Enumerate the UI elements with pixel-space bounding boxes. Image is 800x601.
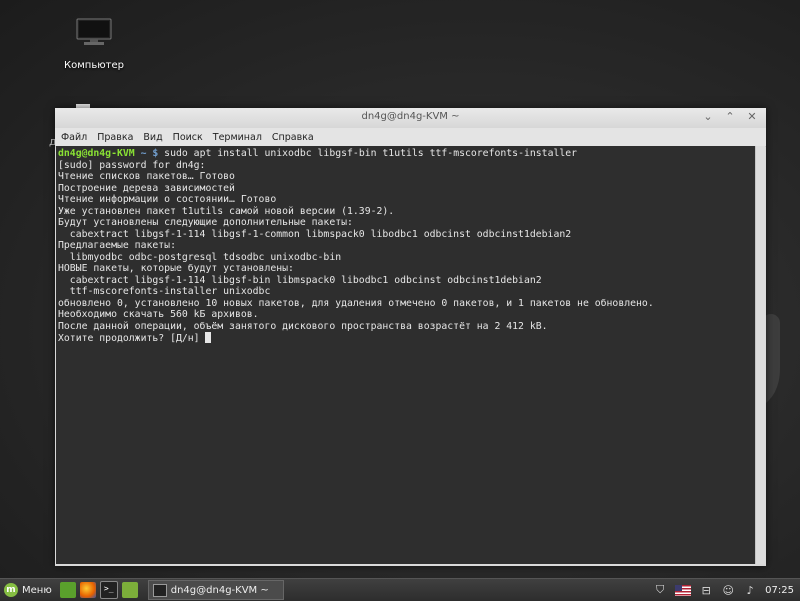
terminal-line: cabextract libgsf-1-114 libgsf-1-common … xyxy=(58,228,572,240)
menu-label: Меню xyxy=(22,584,52,596)
minimize-icon[interactable]: ⌄ xyxy=(702,110,714,123)
terminal-line: Уже установлен пакет t1utils самой новой… xyxy=(58,205,395,217)
menubar: Файл Правка Вид Поиск Терминал Справка xyxy=(55,128,766,147)
terminal-line: Чтение списков пакетов… Готово xyxy=(58,171,235,182)
shield-icon[interactable]: ⛉ xyxy=(653,583,667,597)
network-icon[interactable]: ⊟ xyxy=(699,583,713,597)
taskbar-terminal-label: dn4g@dn4g-KVM ~ xyxy=(170,584,269,596)
terminal-last-prompt: Хотите продолжить? [Д/н] xyxy=(58,333,206,344)
terminal-scrollbar[interactable] xyxy=(755,146,765,564)
terminal-line: libmyodbc odbc-postgresql tdsodbc unixod… xyxy=(58,251,342,263)
prompt-path: ~ $ xyxy=(134,148,159,159)
terminal-output[interactable]: dn4g@dn4g-KVM ~ $ sudo apt install unixo… xyxy=(56,146,755,564)
menu-terminal[interactable]: Терминал xyxy=(213,132,262,143)
mint-menu-icon: m xyxy=(4,583,18,597)
bottom-panel: m Меню >_ dn4g@dn4g-KVM ~ ⛉ ⊟ ☺ ♪ 07:25 xyxy=(0,578,800,601)
terminal-cursor xyxy=(205,332,212,343)
terminal-task-icon xyxy=(152,583,167,597)
close-icon[interactable]: ✕ xyxy=(746,110,758,123)
main-menu-button[interactable]: m Меню xyxy=(0,583,58,597)
show-desktop-icon[interactable] xyxy=(59,582,76,598)
terminal-line: Необходимо скачать 560 kБ архивов. xyxy=(58,309,259,320)
terminal-line: НОВЫЕ пакеты, которые будут установлены: xyxy=(58,263,294,274)
menu-edit[interactable]: Правка xyxy=(97,132,133,143)
terminal-line: [sudo] password for dn4g: xyxy=(58,159,206,171)
terminal-line: Предлагаемые пакеты: xyxy=(58,240,176,251)
terminal-launcher-icon[interactable]: >_ xyxy=(99,581,118,599)
menu-view[interactable]: Вид xyxy=(143,132,162,143)
menu-search[interactable]: Поиск xyxy=(173,132,203,143)
menu-file[interactable]: Файл xyxy=(61,132,87,143)
terminal-line: ttf-mscorefonts-installer unixodbc xyxy=(58,286,271,297)
terminal-command: sudo apt install unixodbc libgsf-bin t1u… xyxy=(158,148,578,159)
computer-label: Компьютер xyxy=(64,60,124,71)
menu-help[interactable]: Справка xyxy=(272,132,314,143)
maximize-icon[interactable]: ⌃ xyxy=(724,110,736,123)
clock[interactable]: 07:25 xyxy=(765,585,794,596)
prompt-user: dn4g@dn4g-KVM xyxy=(58,148,135,159)
window-title: dn4g@dn4g-KVM ~ xyxy=(361,111,460,122)
terminal-line: обновлено 0, установлено 10 новых пакето… xyxy=(58,297,654,309)
terminal-line: Будут установлены следующие дополнительн… xyxy=(58,217,353,228)
terminal-window: dn4g@dn4g-KVM ~ ⌄ ⌃ ✕ Файл Правка Вид По… xyxy=(55,108,766,566)
terminal-line: После данной операции, объём занятого ди… xyxy=(58,320,548,332)
taskbar-terminal-button[interactable]: dn4g@dn4g-KVM ~ xyxy=(147,580,284,600)
monitor-icon xyxy=(76,18,112,45)
files-folder-icon[interactable] xyxy=(121,582,138,598)
window-titlebar[interactable]: dn4g@dn4g-KVM ~ ⌄ ⌃ ✕ xyxy=(55,108,766,128)
user-icon[interactable]: ☺ xyxy=(721,583,735,597)
keyboard-layout-flag-icon[interactable] xyxy=(675,584,692,596)
terminal-line: Построение дерева зависимостей xyxy=(58,182,235,194)
computer-desktop-icon[interactable]: Компьютер xyxy=(58,18,130,71)
terminal-line: cabextract libgsf-1-114 libgsf-bin libms… xyxy=(58,274,542,286)
firefox-icon[interactable] xyxy=(79,582,96,598)
volume-icon[interactable]: ♪ xyxy=(743,583,757,597)
terminal-line: Чтение информации о состоянии… Готово xyxy=(58,194,277,205)
